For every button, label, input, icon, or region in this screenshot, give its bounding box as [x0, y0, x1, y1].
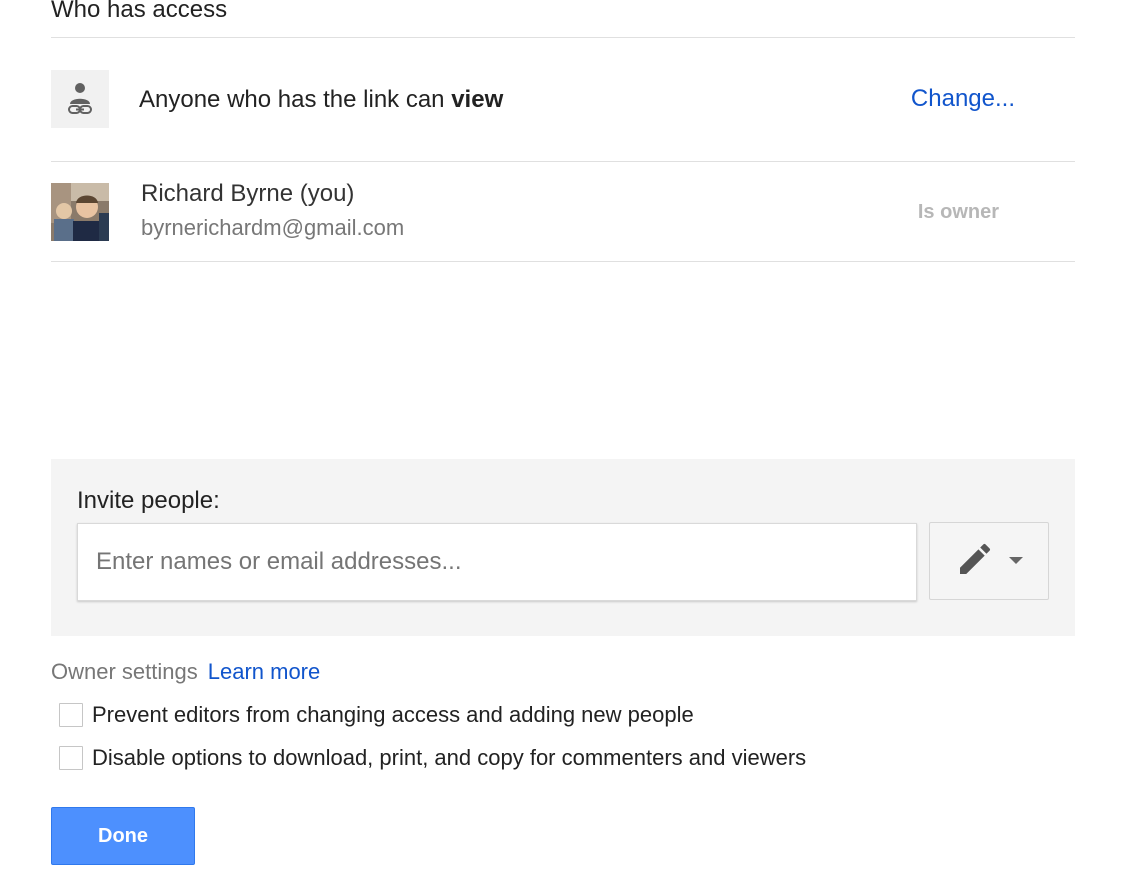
section-title: Who has access: [51, 0, 228, 23]
pencil-icon: [955, 539, 995, 584]
link-person-icon: [51, 70, 109, 128]
prevent-editors-label: Prevent editors from changing access and…: [92, 702, 694, 727]
owner-settings: Owner settings Learn more: [51, 657, 320, 687]
owner-settings-label: Owner settings: [51, 659, 198, 684]
disable-download-checkbox[interactable]: [59, 746, 83, 770]
divider: [51, 161, 1075, 162]
disable-download-label: Disable options to download, print, and …: [92, 745, 807, 770]
learn-more-link[interactable]: Learn more: [208, 659, 321, 684]
caret-down-icon: [1009, 552, 1023, 570]
divider: [51, 261, 1075, 262]
owner-role-label: Is owner: [917, 201, 999, 223]
done-button[interactable]: Done: [51, 807, 195, 865]
invite-label: Invite people:: [77, 487, 220, 514]
permission-dropdown-button[interactable]: [929, 522, 1049, 600]
option-prevent-editors: Prevent editors from changing access and…: [59, 700, 694, 730]
owner-name: Richard Byrne (you): [141, 180, 355, 207]
prevent-editors-checkbox[interactable]: [59, 703, 83, 727]
sharing-settings-dialog: Who has access Anyone who has the link c…: [0, 0, 1148, 894]
option-disable-download: Disable options to download, print, and …: [59, 743, 806, 773]
owner-row: Richard Byrne (you) byrnerichardm@gmail.…: [51, 180, 1075, 243]
change-link-button[interactable]: Change...: [911, 84, 1015, 114]
divider: [51, 37, 1075, 38]
avatar: [51, 183, 109, 241]
invite-input[interactable]: [77, 523, 917, 601]
invite-panel: Invite people:: [51, 459, 1075, 636]
link-access-row: Anyone who has the link can view Change.…: [51, 70, 1075, 130]
link-access-prefix: Anyone who has the link can: [139, 86, 452, 113]
link-access-text: Anyone who has the link can view: [139, 85, 503, 115]
link-access-permission: view: [451, 86, 504, 113]
owner-email: byrnerichardm@gmail.com: [141, 215, 405, 240]
